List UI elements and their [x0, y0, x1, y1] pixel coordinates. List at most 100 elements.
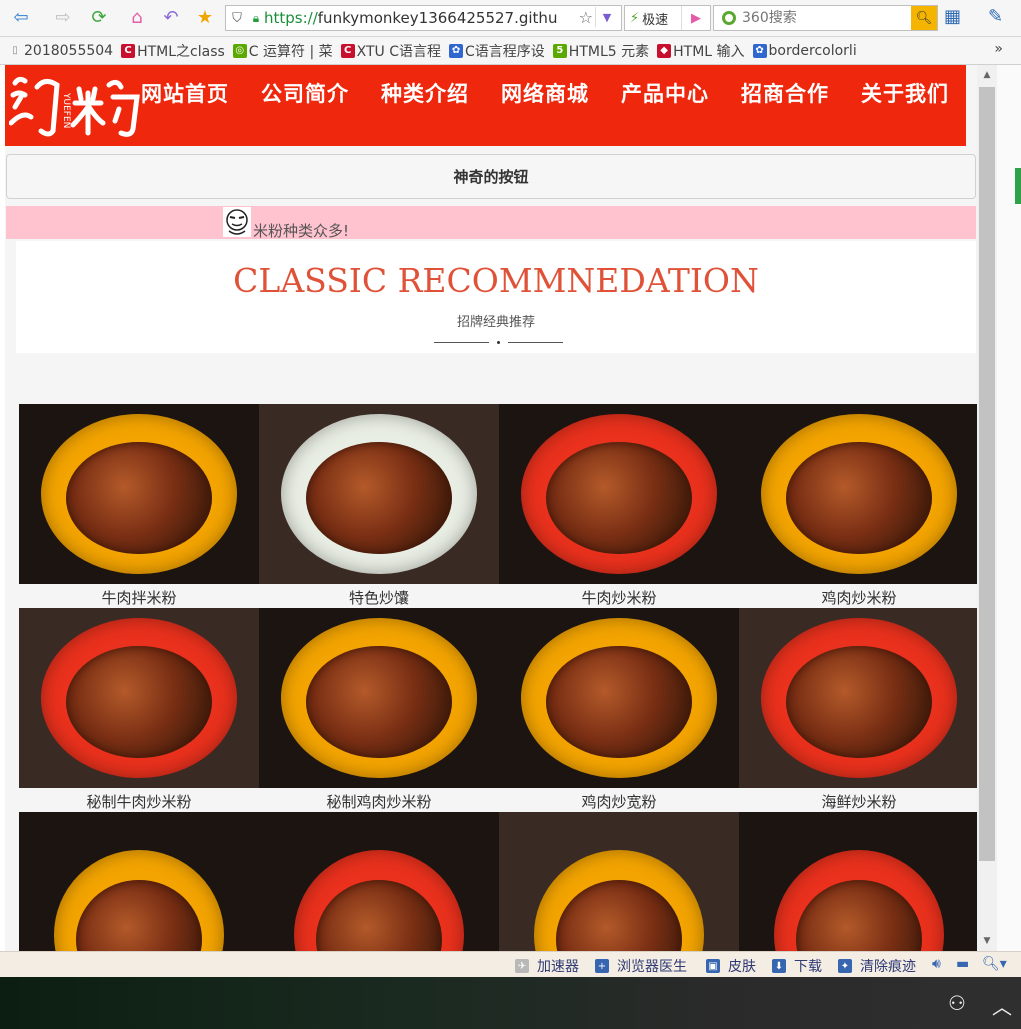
product-name[interactable]: 牛肉炒米粉: [499, 587, 739, 608]
classic-title: CLASSIC RECOMMNEDATION: [233, 261, 759, 300]
bolt-icon: ⚡: [630, 10, 640, 26]
people-icon[interactable]: ⚇: [948, 991, 966, 1015]
extension-icon[interactable]: ✎: [988, 6, 1003, 27]
bookmark-item[interactable]: C HTML之class: [121, 41, 225, 61]
product-card[interactable]: [499, 812, 739, 951]
product-photo[interactable]: [499, 404, 739, 584]
download-icon: ⬇: [772, 959, 786, 973]
back-icon[interactable]: ⇦: [8, 5, 34, 29]
nav-item[interactable]: 公司简介: [261, 78, 349, 108]
accelerator-button[interactable]: ✈ 加速器: [515, 956, 579, 976]
scroll-thumb[interactable]: [979, 87, 995, 861]
product-photo[interactable]: [19, 404, 259, 584]
product-card[interactable]: 秘制牛肉炒米粉: [19, 608, 259, 812]
volume-icon[interactable]: 🔊︎: [932, 956, 941, 972]
product-photo[interactable]: [19, 608, 259, 788]
product-photo[interactable]: [739, 608, 977, 788]
product-name[interactable]: 牛肉拌米粉: [19, 587, 259, 608]
product-card[interactable]: 鸡肉炒宽粉: [499, 608, 739, 812]
scroll-down-arrow-icon[interactable]: ▼: [977, 931, 997, 951]
side-tab-marker[interactable]: [1015, 168, 1021, 204]
product-name[interactable]: 秘制鸡肉炒米粉: [259, 791, 499, 812]
nav-item[interactable]: 网站首页: [141, 78, 229, 108]
meme-face-icon: [223, 207, 251, 237]
download-button[interactable]: ⬇ 下载: [772, 956, 822, 976]
product-photo[interactable]: [499, 608, 739, 788]
skin-icon: ▣: [706, 959, 720, 973]
search-icon[interactable]: 🔍︎: [911, 6, 937, 30]
forward-icon[interactable]: ⇨: [50, 5, 76, 29]
product-name[interactable]: 海鲜炒米粉: [739, 791, 977, 812]
browser-doctor-button[interactable]: + 浏览器医生: [595, 956, 687, 976]
scroll-up-arrow-icon[interactable]: ▲: [977, 65, 997, 85]
skin-button[interactable]: ▣ 皮肤: [706, 956, 756, 976]
product-photo[interactable]: [259, 812, 499, 951]
status-label: 浏览器医生: [617, 959, 687, 975]
nav-item[interactable]: 产品中心: [621, 78, 709, 108]
bookmarks-bar: ▯ 2018055504 C HTML之class ◎ C 运算符 | 菜 C XTU C语言…: [0, 37, 1021, 65]
product-card[interactable]: 牛肉拌米粉: [19, 404, 259, 608]
product-card[interactable]: 牛肉炒米粉: [499, 404, 739, 608]
bookmarks-more-icon[interactable]: »: [994, 41, 1003, 57]
chevron-up-icon[interactable]: ︿: [992, 991, 1012, 1020]
product-name[interactable]: 鸡肉炒宽粉: [499, 791, 739, 812]
address-bar[interactable]: ⛉ 🔒︎ https://funkymonkey1366425527.githu…: [225, 5, 622, 31]
browser-toolbar: ⇦ ⇨ ⟳ ⌂ ↶ ★ ⛉ 🔒︎ https://funkymonkey1366…: [0, 0, 1021, 37]
home-icon[interactable]: ⌂: [124, 5, 150, 29]
nav-item[interactable]: 种类介绍: [381, 78, 469, 108]
paw-icon: ✿: [449, 43, 464, 58]
product-photo[interactable]: [499, 812, 739, 951]
noodles-shape: [306, 442, 452, 554]
page-icon: ▯: [12, 45, 18, 56]
magic-button[interactable]: 神奇的按钮: [6, 154, 976, 199]
clear-traces-button[interactable]: ✦ 清除痕迹: [838, 956, 916, 976]
bookmark-item[interactable]: ◎ C 运算符 | 菜: [232, 41, 333, 61]
product-photo[interactable]: [259, 608, 499, 788]
w3-icon: ◆: [657, 43, 672, 58]
play-icon[interactable]: ▶: [681, 6, 710, 30]
product-photo[interactable]: [19, 812, 259, 951]
product-card[interactable]: 海鲜炒米粉: [739, 608, 977, 812]
bookmark-item[interactable]: C XTU C语言程: [340, 41, 441, 61]
product-photo[interactable]: [739, 812, 977, 951]
bookmark-item[interactable]: ◆ HTML 输入: [657, 41, 745, 61]
product-name[interactable]: 秘制牛肉炒米粉: [19, 791, 259, 812]
undo-icon[interactable]: ↶: [158, 5, 184, 29]
zoom-icon[interactable]: 🔍︎▾: [982, 956, 1007, 972]
product-photo[interactable]: [739, 404, 977, 584]
bookmark-star-icon[interactable]: ☆: [579, 8, 593, 27]
product-photo[interactable]: [259, 404, 499, 584]
url-dropdown-icon[interactable]: ▼: [595, 7, 618, 27]
nav-item[interactable]: 招商合作: [741, 78, 829, 108]
marquee-text: 米粉种类众多!: [253, 222, 350, 240]
url-protocol: https://: [264, 9, 318, 27]
bookmark-item[interactable]: ▯ 2018055504: [8, 43, 113, 59]
apps-grid-icon[interactable]: ▦: [944, 6, 961, 27]
bookmark-item[interactable]: ✿ bordercolorli: [752, 43, 857, 59]
product-card[interactable]: [739, 812, 977, 951]
nav-item[interactable]: 关于我们: [861, 78, 949, 108]
classic-recommendation-banner: CLASSIC RECOMMNEDATION 招牌经典推荐: [16, 241, 976, 353]
product-name[interactable]: 特色炒馕: [259, 587, 499, 608]
noodles-shape: [306, 646, 452, 758]
product-card[interactable]: [259, 812, 499, 951]
product-card[interactable]: 鸡肉炒米粉: [739, 404, 977, 608]
search-box[interactable]: 🔍︎: [713, 5, 938, 31]
product-card[interactable]: 特色炒馕: [259, 404, 499, 608]
favorites-star-icon[interactable]: ★: [192, 5, 218, 29]
vertical-scrollbar[interactable]: ▲ ▼: [977, 65, 997, 951]
bookmark-item[interactable]: ✿ C语言程序设: [449, 41, 545, 61]
runoob-icon: ◎: [232, 43, 247, 58]
nav-item[interactable]: 网络商城: [501, 78, 589, 108]
speed-mode-button[interactable]: ⚡ 极速 ▶: [624, 5, 711, 31]
url-text[interactable]: https://funkymonkey1366425527.githu: [264, 9, 564, 27]
search-input[interactable]: [740, 9, 904, 27]
bookmark-item[interactable]: 5 HTML5 元素: [552, 41, 649, 61]
device-icon[interactable]: ▬: [956, 956, 969, 972]
product-card[interactable]: [19, 812, 259, 951]
bookmark-label: C语言程序设: [465, 43, 545, 60]
product-card[interactable]: 秘制鸡肉炒米粉: [259, 608, 499, 812]
yuefen-logo[interactable]: YUEFEN: [9, 73, 141, 141]
refresh-icon[interactable]: ⟳: [86, 5, 112, 29]
product-name[interactable]: 鸡肉炒米粉: [739, 587, 977, 608]
